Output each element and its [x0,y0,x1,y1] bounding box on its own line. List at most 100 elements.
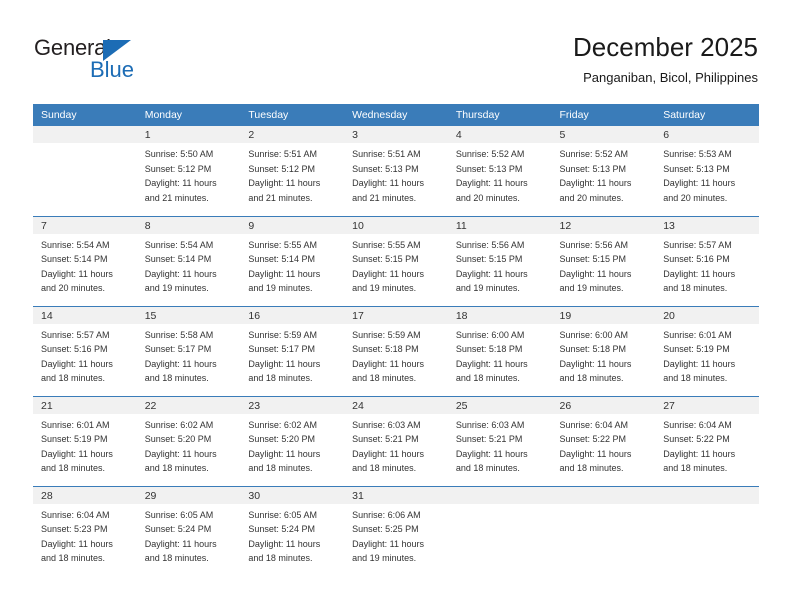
day-details: Sunrise: 6:00 AM Sunset: 5:18 PM Daylight:… [552,324,656,386]
day-daylight-line1-text: Daylight: 11 hours [455,178,528,189]
calendar-day-cell[interactable]: 4 Sunrise: 5:52 AM Sunset: 5:13 PM Daylight… [447,126,552,216]
calendar-week-row: 7 Sunrise: 5:54 AM Sunset: 5:14 PM Daylight… [33,215,759,306]
day-daylight-line1-text: Daylight: 11 hours [352,268,424,279]
day-number: 4 [447,126,552,143]
day-details [33,143,137,147]
day-sunset-text: Sunset: 5:12 PM [248,163,315,174]
day-sunset-text: Sunset: 5:18 PM [559,344,627,355]
day-sunrise-text: Sunrise: 6:05 AM [248,509,317,520]
calendar-day-cell[interactable]: 9 Sunrise: 5:55 AM Sunset: 5:14 PM Daylight… [240,215,345,306]
day-daylight-line1-text: Daylight: 11 hours [663,358,736,369]
calendar-day-cell[interactable]: 27 Sunrise: 6:04 AM Sunset: 5:22 PM Dayligh… [655,395,759,486]
calendar-day-cell[interactable] [447,485,552,576]
day-sunset-text: Sunset: 5:14 PM [144,254,212,265]
calendar-day-cell[interactable]: 23 Sunrise: 6:02 AM Sunset: 5:20 PM Dayligh… [240,395,345,486]
day-sunset-text: Sunset: 5:24 PM [248,524,315,535]
day-sunrise-text: Sunrise: 5:55 AM [352,239,421,250]
day-details: Sunrise: 6:03 AM Sunset: 5:21 PM Daylight:… [344,414,448,476]
calendar-day-cell[interactable]: 2 Sunrise: 5:51 AM Sunset: 5:12 PM Daylight… [240,126,345,216]
day-sunrise-text: Sunrise: 6:03 AM [352,419,421,430]
calendar-day-cell[interactable]: 29 Sunrise: 6:05 AM Sunset: 5:24 PM Dayligh… [136,485,241,576]
day-daylight-line1-text: Daylight: 11 hours [455,448,528,459]
calendar-day-cell[interactable]: 3 Sunrise: 5:51 AM Sunset: 5:13 PM Daylight… [344,126,448,216]
day-daylight-line2-text: and 20 minutes. [559,192,624,203]
day-sunset-text: Sunset: 5:15 PM [352,254,419,265]
day-sunset-text: Sunset: 5:16 PM [41,344,108,355]
day-number: 15 [136,306,241,324]
day-details: Sunrise: 5:55 AM Sunset: 5:14 PM Daylight:… [240,234,344,296]
day-details: Sunrise: 5:58 AM Sunset: 5:17 PM Daylight:… [137,324,241,386]
calendar-day-cell[interactable]: 14 Sunrise: 5:57 AM Sunset: 5:16 PM Dayligh… [33,305,137,396]
day-number: 26 [551,396,656,414]
day-daylight-line2-text: and 18 minutes. [352,373,417,384]
day-daylight-line1-text: Daylight: 11 hours [352,358,424,369]
calendar-day-cell[interactable]: 11 Sunrise: 5:56 AM Sunset: 5:15 PM Dayligh… [447,215,552,306]
day-details: Sunrise: 6:06 AM Sunset: 5:25 PM Daylight:… [344,504,448,566]
day-sunrise-text: Sunrise: 5:52 AM [559,149,629,159]
calendar-week-row: 1 Sunrise: 5:50 AM Sunset: 5:12 PM Daylight… [33,126,759,216]
calendar-day-cell[interactable]: 20 Sunrise: 6:01 AM Sunset: 5:19 PM Dayligh… [655,305,759,396]
general-blue-logo: General Blue [34,36,154,84]
calendar-day-cell[interactable] [655,485,759,576]
calendar-day-cell[interactable]: 12 Sunrise: 5:56 AM Sunset: 5:15 PM Dayligh… [551,215,656,306]
day-daylight-line1-text: Daylight: 11 hours [41,358,113,369]
day-sunrise-text: Sunrise: 6:00 AM [455,329,525,340]
calendar-day-cell[interactable]: 30 Sunrise: 6:05 AM Sunset: 5:24 PM Dayligh… [240,485,345,576]
calendar-day-cell[interactable]: 6 Sunrise: 5:53 AM Sunset: 5:13 PM Daylight… [655,126,759,216]
day-details: Sunrise: 6:05 AM Sunset: 5:24 PM Daylight:… [240,504,344,566]
day-sunset-text: Sunset: 5:23 PM [41,524,108,535]
day-number: 30 [240,486,345,504]
day-number: 19 [551,306,656,324]
day-number: 20 [655,306,759,324]
day-daylight-line2-text: and 18 minutes. [455,373,520,384]
day-sunrise-text: Sunrise: 5:54 AM [144,239,214,250]
day-details: Sunrise: 6:01 AM Sunset: 5:19 PM Daylight:… [33,414,137,476]
day-number: 6 [655,126,759,143]
day-number: 18 [447,306,552,324]
day-sunset-text: Sunset: 5:24 PM [144,524,212,535]
calendar-day-cell[interactable]: 31 Sunrise: 6:06 AM Sunset: 5:25 PM Dayligh… [344,485,448,576]
calendar-day-cell[interactable]: 21 Sunrise: 6:01 AM Sunset: 5:19 PM Dayligh… [33,395,137,486]
calendar-day-cell[interactable]: 5 Sunrise: 5:52 AM Sunset: 5:13 PM Daylight… [551,126,656,216]
calendar-day-cell[interactable]: 17 Sunrise: 5:59 AM Sunset: 5:18 PM Dayligh… [344,305,448,396]
calendar-day-cell[interactable]: 16 Sunrise: 5:59 AM Sunset: 5:17 PM Dayligh… [240,305,345,396]
day-number: 25 [447,396,552,414]
calendar-day-cell[interactable]: 8 Sunrise: 5:54 AM Sunset: 5:14 PM Daylight… [136,215,241,306]
day-details [552,504,656,508]
day-daylight-line1-text: Daylight: 11 hours [352,538,424,549]
day-daylight-line1-text: Daylight: 11 hours [248,448,321,459]
day-daylight-line1-text: Daylight: 11 hours [455,358,528,369]
day-daylight-line1-text: Daylight: 11 hours [663,448,736,459]
calendar-day-cell[interactable]: 26 Sunrise: 6:04 AM Sunset: 5:22 PM Dayligh… [551,395,656,486]
calendar-day-cell[interactable]: 1 Sunrise: 5:50 AM Sunset: 5:12 PM Daylight… [136,126,241,216]
calendar-day-cell[interactable]: 19 Sunrise: 6:00 AM Sunset: 5:18 PM Dayligh… [551,305,656,396]
day-sunrise-text: Sunrise: 5:57 AM [663,239,732,250]
day-number: 12 [551,216,656,234]
calendar-day-cell[interactable]: 22 Sunrise: 6:02 AM Sunset: 5:20 PM Dayligh… [136,395,241,486]
calendar-day-cell[interactable] [33,126,137,216]
day-daylight-line2-text: and 18 minutes. [248,463,313,474]
day-daylight-line1-text: Daylight: 11 hours [144,538,217,549]
day-sunset-text: Sunset: 5:21 PM [455,434,523,445]
calendar-day-cell[interactable]: 24 Sunrise: 6:03 AM Sunset: 5:21 PM Dayligh… [344,395,448,486]
day-sunset-text: Sunset: 5:15 PM [559,254,627,265]
day-number: 2 [240,126,345,143]
day-number: 7 [33,216,137,234]
day-sunset-text: Sunset: 5:17 PM [248,344,315,355]
calendar-day-cell[interactable]: 15 Sunrise: 5:58 AM Sunset: 5:17 PM Dayligh… [136,305,241,396]
day-details: Sunrise: 5:51 AM Sunset: 5:12 PM Daylight:… [240,143,344,205]
day-sunrise-text: Sunrise: 5:56 AM [559,239,629,250]
day-daylight-line2-text: and 18 minutes. [248,553,313,564]
day-sunrise-text: Sunrise: 6:00 AM [559,329,629,340]
calendar-day-cell[interactable]: 28 Sunrise: 6:04 AM Sunset: 5:23 PM Dayligh… [33,485,137,576]
day-sunrise-text: Sunrise: 6:04 AM [663,419,732,430]
day-details: Sunrise: 5:59 AM Sunset: 5:17 PM Daylight:… [240,324,344,386]
weekday-header-friday: Friday [551,104,656,126]
calendar-day-cell[interactable]: 13 Sunrise: 5:57 AM Sunset: 5:16 PM Dayligh… [655,215,759,306]
calendar-day-cell[interactable]: 18 Sunrise: 6:00 AM Sunset: 5:18 PM Dayligh… [447,305,552,396]
day-sunset-text: Sunset: 5:22 PM [663,434,730,445]
calendar-day-cell[interactable] [551,485,656,576]
calendar-day-cell[interactable]: 25 Sunrise: 6:03 AM Sunset: 5:21 PM Dayligh… [447,395,552,486]
calendar-day-cell[interactable]: 10 Sunrise: 5:55 AM Sunset: 5:15 PM Dayligh… [344,215,448,306]
calendar-day-cell[interactable]: 7 Sunrise: 5:54 AM Sunset: 5:14 PM Daylight… [33,215,137,306]
